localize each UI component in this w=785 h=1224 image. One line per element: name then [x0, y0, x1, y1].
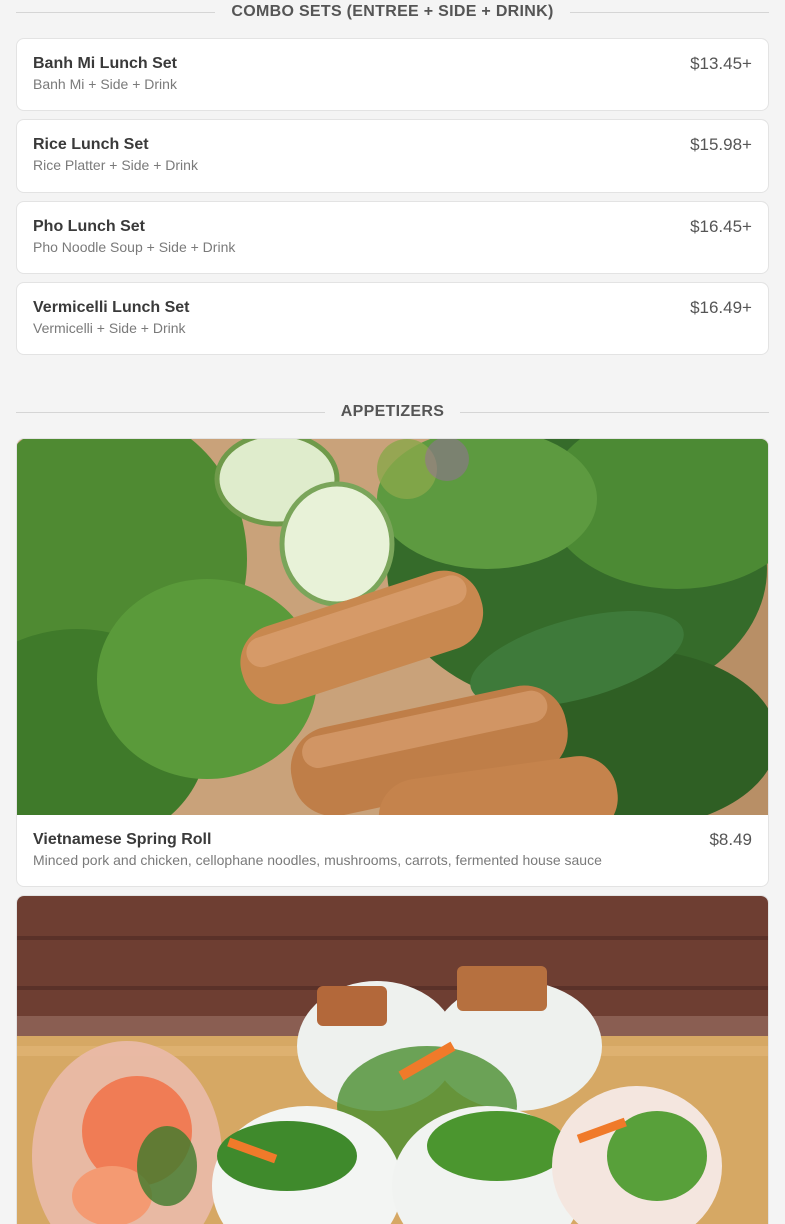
item-description: Pho Noodle Soup + Side + Drink: [33, 239, 236, 255]
item-description: Rice Platter + Side + Drink: [33, 157, 198, 173]
divider: [460, 411, 769, 413]
menu-item-banh-mi-lunch-set[interactable]: Banh Mi Lunch Set Banh Mi + Side + Drink…: [16, 38, 769, 111]
item-name: Vermicelli Lunch Set: [33, 299, 190, 316]
menu-item-vermicelli-lunch-set[interactable]: Vermicelli Lunch Set Vermicelli + Side +…: [16, 282, 769, 355]
menu-item-summer-roll[interactable]: [16, 895, 769, 1224]
divider: [16, 11, 216, 13]
fried-spring-rolls-photo: [17, 439, 768, 815]
divider: [16, 411, 325, 413]
item-name: Pho Lunch Set: [33, 218, 145, 235]
divider: [569, 11, 769, 13]
item-price: $16.45+: [690, 217, 752, 236]
menu-item-pho-lunch-set[interactable]: Pho Lunch Set Pho Noodle Soup + Side + D…: [16, 201, 769, 274]
item-name: Banh Mi Lunch Set: [33, 55, 177, 72]
item-price: $15.98+: [690, 135, 752, 154]
item-price: $8.49: [709, 830, 752, 849]
section-title: APPETIZERS: [340, 403, 445, 420]
item-price: $13.45+: [690, 54, 752, 73]
item-name: Rice Lunch Set: [33, 136, 149, 153]
item-description: Banh Mi + Side + Drink: [33, 76, 177, 92]
item-description: Vermicelli + Side + Drink: [33, 320, 186, 336]
section-title: COMBO SETS (ENTREE + SIDE + DRINK): [231, 3, 554, 20]
combo-section-header: COMBO SETS (ENTREE + SIDE + DRINK): [16, 0, 769, 24]
item-price: $16.49+: [690, 298, 752, 317]
menu-item-rice-lunch-set[interactable]: Rice Lunch Set Rice Platter + Side + Dri…: [16, 119, 769, 193]
menu-item-vietnamese-spring-roll[interactable]: Vietnamese Spring Roll Minced pork and c…: [16, 438, 769, 887]
appetizers-section-header: APPETIZERS: [16, 400, 769, 424]
item-name: Vietnamese Spring Roll: [33, 831, 212, 848]
item-description: Minced pork and chicken, cellophane nood…: [33, 852, 602, 868]
fresh-summer-rolls-photo: [17, 896, 768, 1224]
